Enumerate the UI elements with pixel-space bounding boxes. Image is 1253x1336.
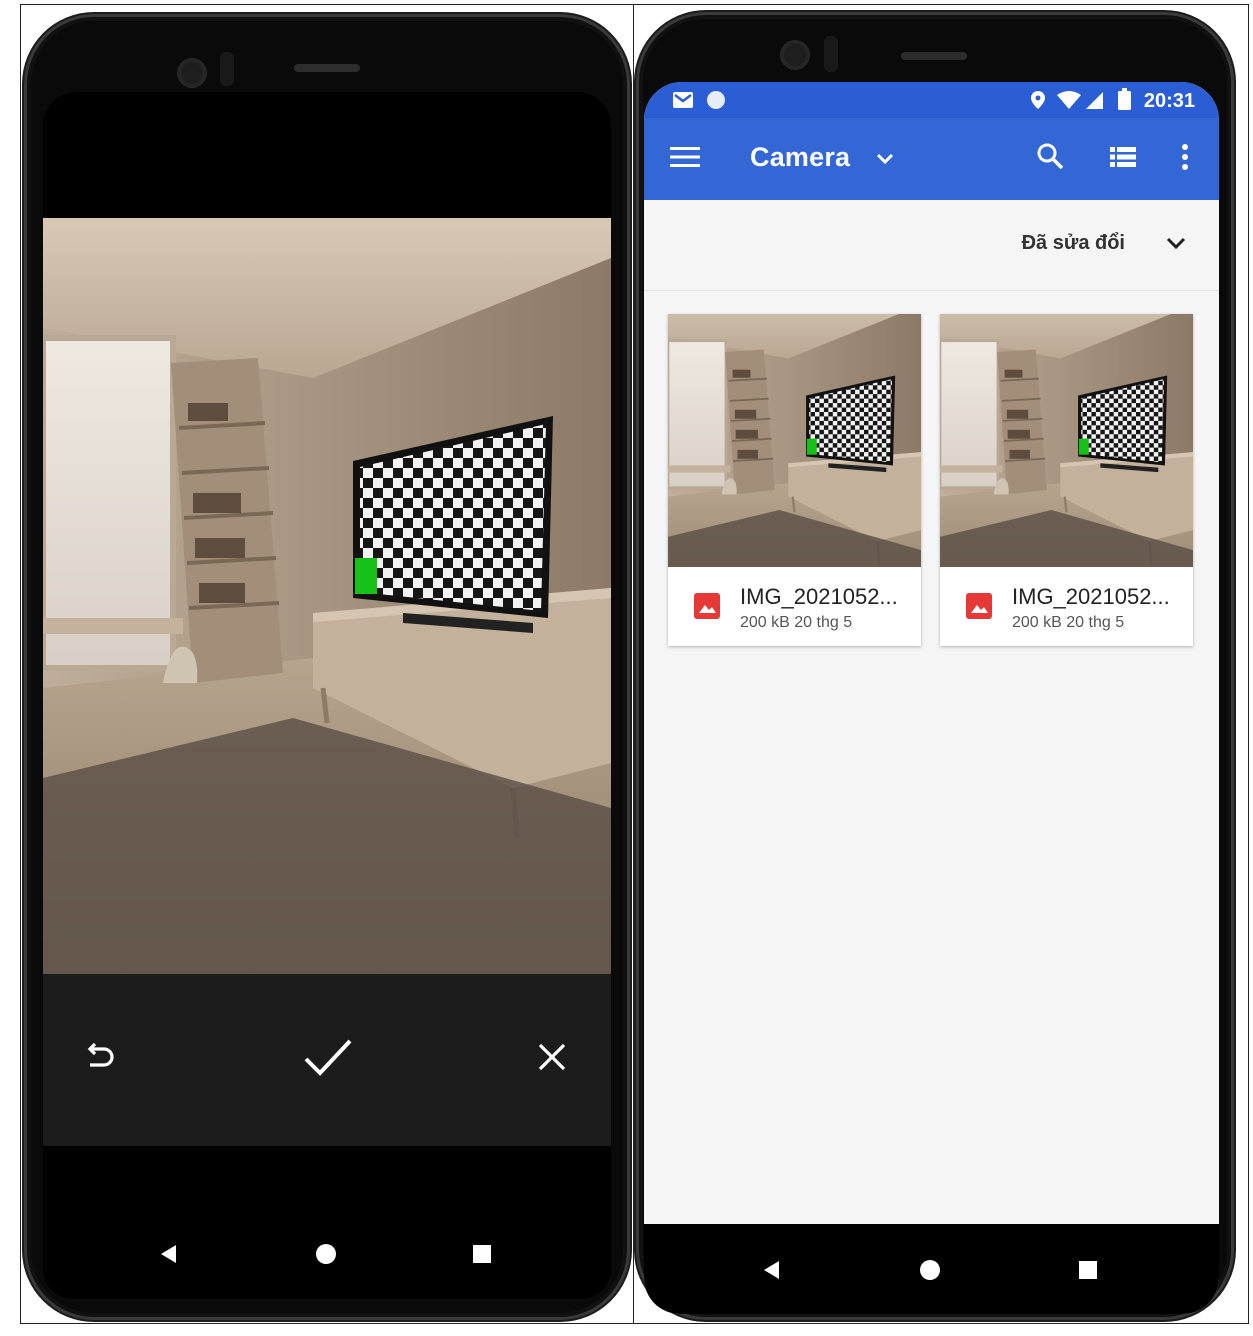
proximity-sensor — [220, 52, 234, 86]
check-icon — [300, 1029, 356, 1090]
proximity-sensor — [824, 36, 838, 72]
front-camera — [177, 58, 207, 88]
home-circle-icon — [315, 1243, 337, 1270]
preview-controls-bar — [43, 974, 611, 1146]
cancel-button[interactable] — [517, 1024, 587, 1094]
nav-back-button[interactable] — [752, 1252, 792, 1292]
undo-icon — [82, 1039, 118, 1080]
recents-square-icon — [472, 1244, 492, 1269]
search-button[interactable] — [1030, 138, 1070, 178]
sort-dropdown-button[interactable] — [1159, 230, 1193, 260]
frame-divider — [633, 4, 634, 1324]
file-meta: 200 kB 20 thg 5 — [1012, 614, 1125, 631]
retake-button[interactable] — [65, 1024, 135, 1094]
hamburger-menu-icon — [670, 146, 700, 173]
nav-recents-button[interactable] — [462, 1236, 502, 1276]
navigation-bar — [644, 1224, 1219, 1314]
gmail-icon — [672, 91, 694, 114]
battery-icon — [1118, 88, 1131, 115]
home-circle-icon — [919, 1259, 941, 1286]
sync-circle-icon — [706, 90, 726, 115]
file-name: IMG_2021052... — [1012, 584, 1170, 609]
nav-back-button[interactable] — [149, 1236, 189, 1276]
navigation-bar — [43, 1208, 611, 1298]
files-app-screen: 20:31 Camera Đã sửa đổi IMG_2021052... 2… — [644, 82, 1219, 1314]
search-icon — [1036, 142, 1064, 175]
recents-square-icon — [1078, 1260, 1098, 1285]
more-options-button[interactable] — [1170, 140, 1200, 178]
file-card[interactable]: IMG_2021052... 200 kB 20 thg 5 — [668, 314, 921, 646]
folder-dropdown-button[interactable] — [868, 144, 902, 178]
image-file-icon — [966, 593, 992, 619]
chevron-down-icon — [1165, 236, 1187, 255]
chevron-down-icon — [875, 152, 895, 171]
file-card[interactable]: IMG_2021052... 200 kB 20 thg 5 — [940, 314, 1193, 646]
right-phone: 20:31 Camera Đã sửa đổi IMG_2021052... 2… — [636, 12, 1234, 1320]
signal-icon — [1084, 91, 1104, 115]
status-time: 20:31 — [1143, 90, 1195, 112]
file-meta: 200 kB 20 thg 5 — [740, 614, 853, 631]
sort-label[interactable]: Đã sửa đổi — [1022, 232, 1125, 255]
view-toggle-button[interactable] — [1104, 140, 1142, 178]
image-file-icon — [694, 593, 720, 619]
back-triangle-icon — [158, 1243, 180, 1270]
more-vert-icon — [1181, 143, 1189, 175]
front-camera — [780, 40, 810, 70]
app-title[interactable]: Camera — [750, 142, 850, 173]
file-thumbnail — [940, 314, 1193, 567]
status-bar: 20:31 — [644, 82, 1219, 118]
wifi-icon — [1056, 91, 1082, 115]
left-phone — [24, 14, 630, 1320]
sort-bar: Đã sửa đổi — [644, 200, 1219, 291]
nav-recents-button[interactable] — [1068, 1252, 1108, 1292]
close-icon — [536, 1041, 568, 1078]
captured-photo — [43, 218, 611, 974]
menu-button[interactable] — [666, 140, 704, 178]
earpiece-speaker — [294, 64, 360, 72]
back-triangle-icon — [761, 1259, 783, 1286]
location-icon — [1030, 90, 1046, 115]
file-thumbnail — [668, 314, 921, 567]
list-view-icon — [1110, 146, 1136, 173]
confirm-button[interactable] — [293, 1024, 363, 1094]
nav-home-button[interactable] — [306, 1236, 346, 1276]
nav-home-button[interactable] — [910, 1252, 950, 1292]
app-bar: Camera — [644, 118, 1219, 200]
earpiece-speaker — [901, 52, 967, 60]
file-name: IMG_2021052... — [740, 584, 898, 609]
camera-preview-screen — [43, 92, 611, 1299]
